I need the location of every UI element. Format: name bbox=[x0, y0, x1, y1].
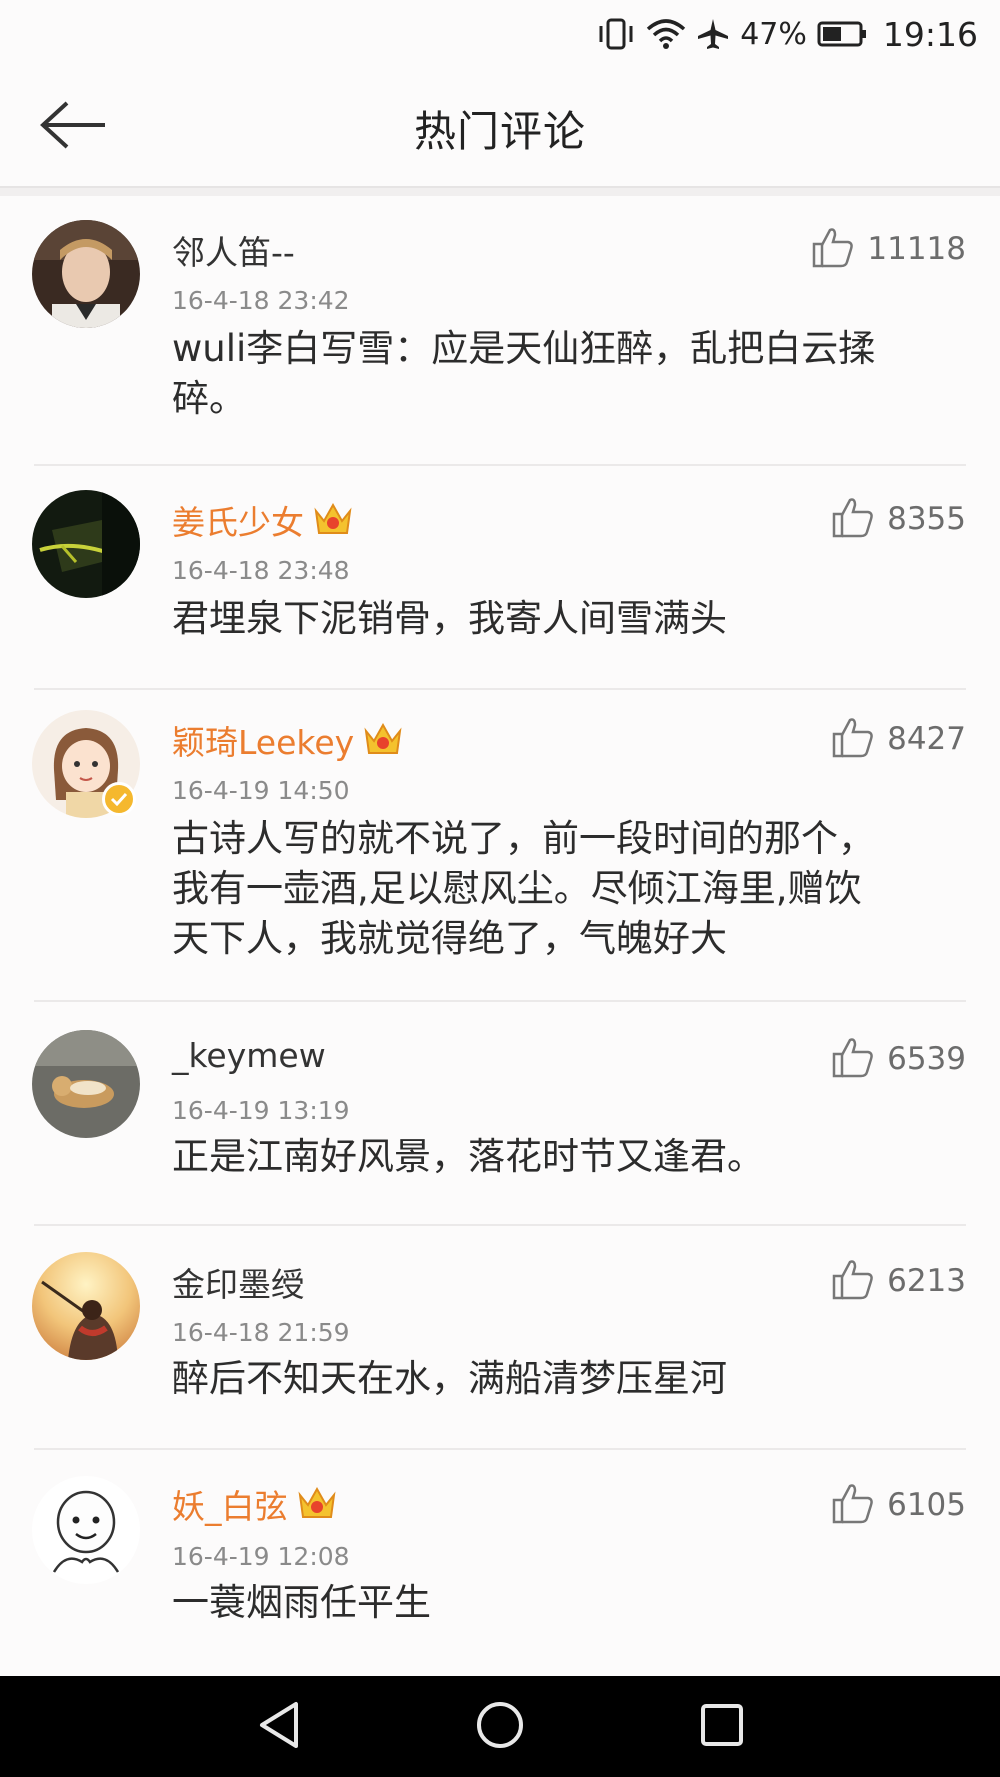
timestamp: 16-4-18 23:42 bbox=[172, 286, 350, 315]
like-count: 11118 bbox=[867, 231, 966, 267]
avatar[interactable] bbox=[32, 490, 140, 598]
username-text[interactable]: 妖_白弦 bbox=[172, 1480, 288, 1528]
nav-back-button[interactable] bbox=[250, 1700, 310, 1754]
like-button[interactable]: 6105 bbox=[831, 1482, 966, 1528]
back-triangle-icon bbox=[256, 1700, 304, 1754]
timestamp: 16-4-19 13:19 bbox=[172, 1096, 350, 1125]
username[interactable]: 妖_白弦 bbox=[172, 1480, 338, 1528]
username-text[interactable]: _keymew bbox=[172, 1036, 326, 1075]
comment-line: 天下人，我就觉得绝了，气魄好大 bbox=[172, 917, 727, 960]
comment-line: 君埋泉下泥销骨，我寄人间雪满头 bbox=[172, 597, 727, 640]
comment-line: 碎。 bbox=[172, 377, 246, 420]
thumbs-up-icon bbox=[831, 1258, 875, 1304]
like-button[interactable]: 11118 bbox=[811, 226, 966, 272]
avatar[interactable] bbox=[32, 220, 140, 328]
vip-crown-icon bbox=[362, 721, 404, 759]
like-button[interactable]: 8427 bbox=[831, 716, 966, 762]
like-count: 6213 bbox=[887, 1263, 966, 1299]
timestamp: 16-4-18 21:59 bbox=[172, 1318, 350, 1347]
like-button[interactable]: 8355 bbox=[831, 496, 966, 542]
header-divider bbox=[0, 188, 1000, 196]
thumbs-up-icon bbox=[831, 716, 875, 762]
divider bbox=[34, 1448, 966, 1450]
page-title: 热门评论 bbox=[413, 107, 586, 156]
app-header: 热门评论 bbox=[0, 68, 1000, 188]
comment-text: 一蓑烟雨任平生 bbox=[172, 1578, 960, 1628]
comment-line: 正是江南好风景，落花时节又逢君。 bbox=[172, 1135, 764, 1178]
comment-text: 君埋泉下泥销骨，我寄人间雪满头 bbox=[172, 594, 960, 644]
like-count: 6539 bbox=[887, 1041, 966, 1077]
divider bbox=[34, 464, 966, 466]
wifi-icon bbox=[646, 18, 686, 50]
nav-home-button[interactable] bbox=[470, 1700, 530, 1754]
battery-percent: 47% bbox=[740, 16, 807, 52]
comment-line: wuli李白写雪：应是天仙狂醉，乱把白云揉 bbox=[172, 327, 876, 370]
divider bbox=[34, 1224, 966, 1226]
username[interactable]: _keymew bbox=[172, 1036, 326, 1075]
timestamp: 16-4-19 14:50 bbox=[172, 776, 350, 805]
system-nav-bar bbox=[0, 1676, 1000, 1777]
status-bar: 47% 19:16 bbox=[0, 0, 1000, 68]
username-text[interactable]: 金印墨绶 bbox=[172, 1258, 304, 1306]
thumbs-up-icon bbox=[831, 496, 875, 542]
recents-square-icon bbox=[698, 1701, 746, 1753]
comment-line: 醉后不知天在水，满船清梦压星河 bbox=[172, 1357, 727, 1400]
username[interactable]: 金印墨绶 bbox=[172, 1258, 304, 1306]
like-button[interactable]: 6539 bbox=[831, 1036, 966, 1082]
divider bbox=[34, 688, 966, 690]
like-count: 8427 bbox=[887, 721, 966, 757]
verified-badge-icon bbox=[102, 782, 136, 816]
timestamp: 16-4-18 23:48 bbox=[172, 556, 350, 585]
comment-text: 正是江南好风景，落花时节又逢君。 bbox=[172, 1132, 960, 1182]
divider bbox=[34, 1000, 966, 1002]
comment-text: wuli李白写雪：应是天仙狂醉，乱把白云揉 碎。 bbox=[172, 324, 960, 424]
comment-text: 古诗人写的就不说了，前一段时间的那个， 我有一壶酒,足以慰风尘。尽倾江海里,赠饮… bbox=[172, 814, 960, 964]
thumbs-up-icon bbox=[831, 1036, 875, 1082]
clock: 19:16 bbox=[882, 14, 978, 54]
timestamp: 16-4-19 12:08 bbox=[172, 1542, 350, 1571]
vip-crown-icon bbox=[296, 1485, 338, 1523]
vip-crown-icon bbox=[312, 501, 354, 539]
username-text[interactable]: 邻人笛-- bbox=[172, 226, 295, 274]
status-icons: 47% 19:16 bbox=[596, 12, 978, 56]
avatar[interactable] bbox=[32, 1030, 140, 1138]
username-text[interactable]: 颖琦Leekey bbox=[172, 716, 354, 764]
thumbs-up-icon bbox=[831, 1482, 875, 1528]
like-button[interactable]: 6213 bbox=[831, 1258, 966, 1304]
like-count: 6105 bbox=[887, 1487, 966, 1523]
username[interactable]: 颖琦Leekey bbox=[172, 716, 404, 764]
nav-recents-button[interactable] bbox=[692, 1700, 752, 1754]
comment-line: 古诗人写的就不说了，前一段时间的那个， bbox=[172, 817, 875, 860]
username-text[interactable]: 姜氏少女 bbox=[172, 496, 304, 544]
battery-icon bbox=[817, 20, 867, 48]
avatar[interactable] bbox=[32, 1476, 140, 1584]
airplane-icon bbox=[696, 17, 730, 51]
comment-text: 醉后不知天在水，满船清梦压星河 bbox=[172, 1354, 960, 1404]
avatar[interactable] bbox=[32, 1252, 140, 1360]
home-circle-icon bbox=[474, 1699, 526, 1755]
username[interactable]: 邻人笛-- bbox=[172, 226, 295, 274]
vibrate-icon bbox=[596, 17, 636, 51]
comment-line: 我有一壶酒,足以慰风尘。尽倾江海里,赠饮 bbox=[172, 867, 862, 910]
username[interactable]: 姜氏少女 bbox=[172, 496, 354, 544]
comment-line: 一蓑烟雨任平生 bbox=[172, 1581, 431, 1624]
like-count: 8355 bbox=[887, 501, 966, 537]
thumbs-up-icon bbox=[811, 226, 855, 272]
